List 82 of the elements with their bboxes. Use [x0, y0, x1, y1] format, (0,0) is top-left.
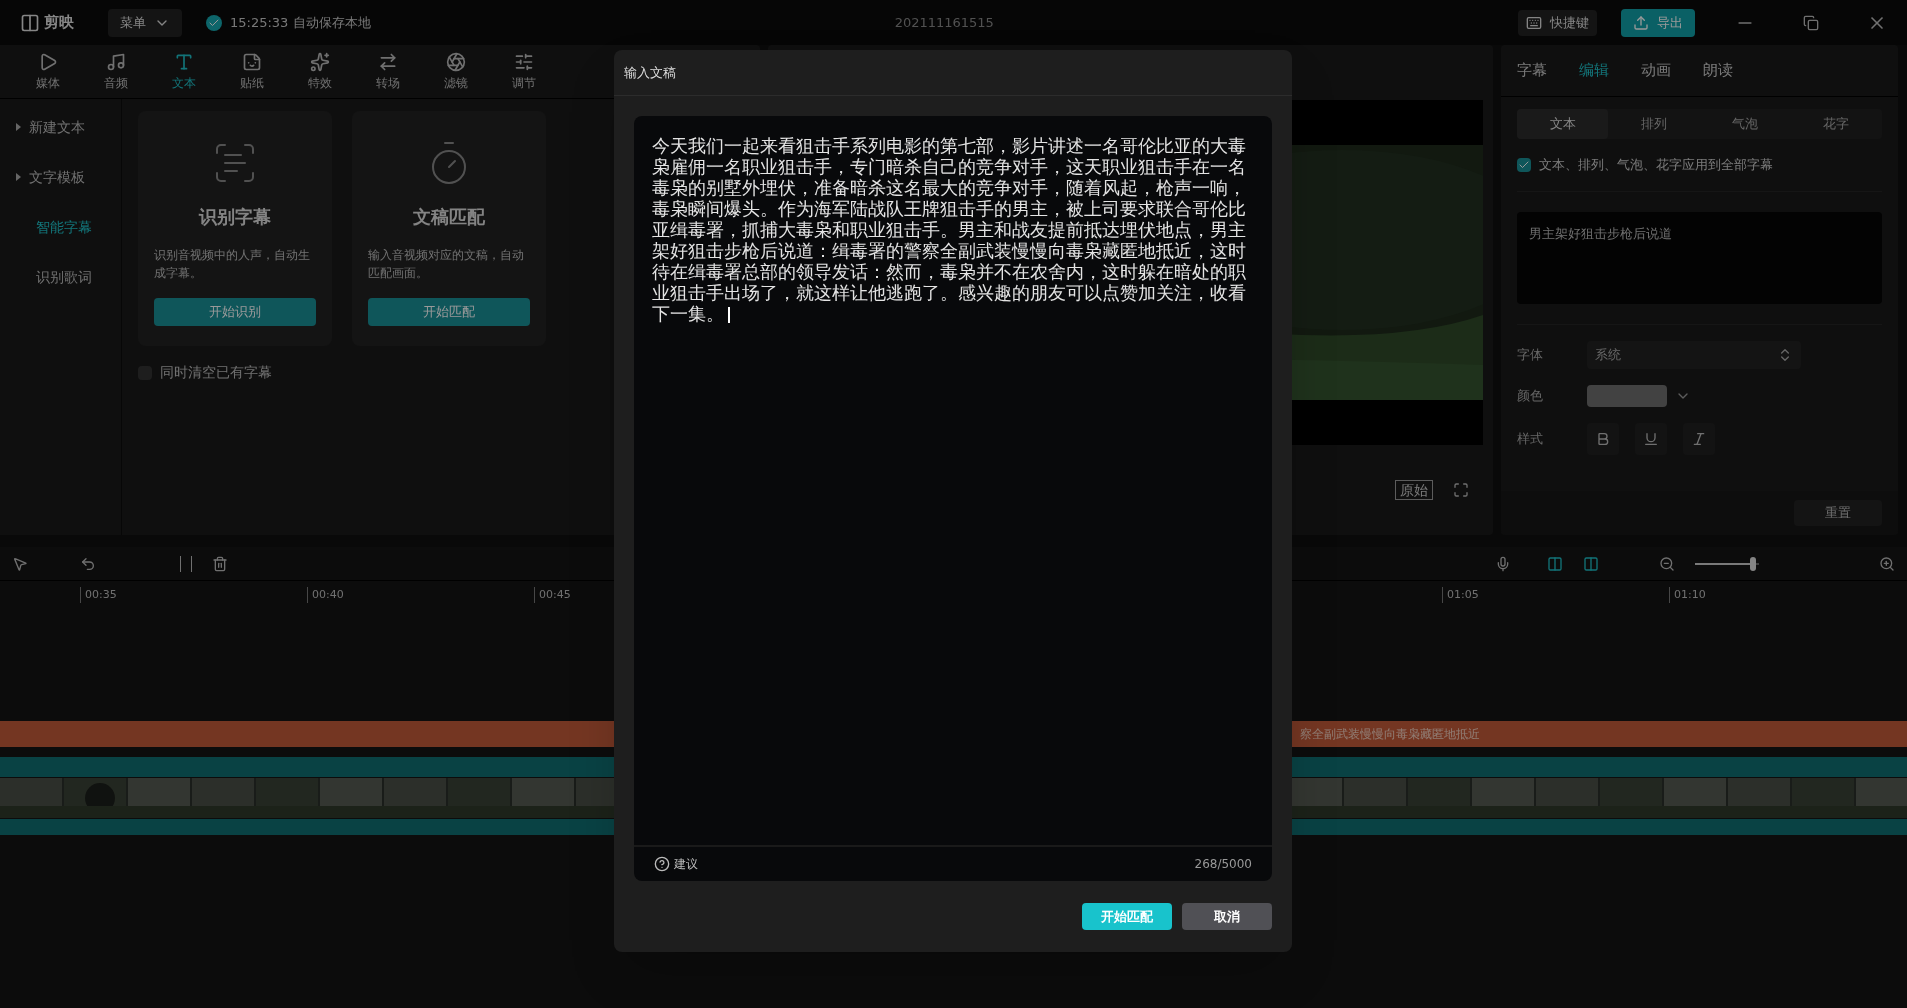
ruler-tick-label: 00:40 — [307, 586, 534, 603]
sub-tab[interactable]: 花字 — [1790, 109, 1882, 139]
card-button[interactable]: 开始匹配 — [368, 298, 530, 326]
field-label: 字体 — [1517, 345, 1544, 364]
checkbox-label: 同时清空已有字幕 — [160, 363, 272, 382]
microphone-icon[interactable] — [1495, 555, 1511, 572]
undo-icon[interactable] — [80, 555, 96, 572]
panel-tab[interactable]: 朗读 — [1703, 59, 1733, 82]
media-tab[interactable]: 滤镜 — [432, 51, 480, 92]
slider-thumb[interactable] — [1749, 556, 1756, 571]
character-count: 268/5000 — [1194, 856, 1252, 873]
card-description: 输入音视频对应的文稿，自动匹配画面。 — [368, 247, 525, 282]
sub-tab[interactable]: 排列 — [1608, 109, 1700, 139]
play-icon — [38, 51, 58, 72]
caret-icon — [16, 123, 21, 131]
checkbox[interactable] — [1517, 157, 1531, 172]
underline-button[interactable] — [1635, 422, 1667, 455]
original-ratio-button[interactable]: 原始 — [1395, 480, 1433, 500]
panel-tab[interactable]: 编辑 — [1579, 59, 1609, 82]
underline-icon — [1643, 430, 1659, 447]
music-note-icon — [106, 51, 126, 72]
card-title: 文稿匹配 — [413, 205, 485, 229]
sub-tab[interactable]: 文本 — [1517, 109, 1609, 139]
panel-tab[interactable]: 动画 — [1641, 59, 1671, 82]
ruler-tick-label: 00:35 — [80, 586, 307, 603]
export-button[interactable]: 导出 — [1621, 8, 1695, 37]
transition-icon — [378, 51, 398, 72]
media-tab[interactable]: 调节 — [500, 51, 548, 92]
sparkle-icon — [310, 51, 330, 72]
italic-icon — [1691, 430, 1707, 447]
restore-icon[interactable] — [1803, 14, 1819, 31]
zoom-out-icon[interactable] — [1659, 555, 1675, 572]
zoom-in-icon[interactable] — [1879, 555, 1895, 572]
media-tab[interactable]: 贴纸 — [228, 51, 276, 92]
aperture-icon — [446, 51, 466, 72]
suggestion-link[interactable]: 建议 — [674, 855, 698, 873]
media-tab[interactable]: 音频 — [92, 51, 140, 92]
pointer-tool-icon[interactable] — [12, 555, 28, 572]
panel-tab[interactable]: 字幕 — [1517, 59, 1547, 82]
sticker-icon — [242, 51, 262, 72]
save-status: 15:25:33 自动保存本地 — [230, 13, 371, 32]
bold-icon — [1595, 430, 1611, 447]
italic-button[interactable] — [1683, 422, 1715, 455]
caret-icon — [16, 173, 21, 181]
upload-icon — [1633, 14, 1649, 31]
cancel-button[interactable]: 取消 — [1182, 903, 1272, 930]
start-match-button[interactable]: 开始匹配 — [1082, 903, 1172, 930]
font-select[interactable]: 系统 — [1587, 340, 1801, 369]
delete-icon[interactable] — [212, 555, 228, 572]
ruler-tick-label: 01:10 — [1669, 586, 1896, 603]
zoom-slider[interactable] — [1695, 556, 1759, 571]
fullscreen-icon[interactable] — [1453, 482, 1469, 498]
project-title: 202111161515 — [894, 13, 994, 32]
shortcut-button[interactable]: 快捷键 — [1518, 9, 1597, 36]
dialog-title: 输入文稿 — [624, 63, 676, 82]
logo-icon — [20, 12, 40, 33]
side-nav-item[interactable]: 新建文本 — [12, 111, 109, 143]
side-nav-item[interactable]: 识别歌词 — [12, 261, 109, 293]
media-tab[interactable]: 媒体 — [24, 51, 72, 92]
card-description: 识别音视频中的人声，自动生成字幕。 — [154, 247, 311, 282]
app-logo: 剪映 — [44, 12, 74, 34]
sub-tab[interactable]: 气泡 — [1699, 109, 1791, 139]
split-icon[interactable] — [180, 555, 192, 572]
field-label: 样式 — [1517, 429, 1544, 448]
bold-button[interactable] — [1587, 422, 1619, 455]
card-button[interactable]: 开始识别 — [154, 298, 316, 326]
media-tab[interactable]: 特效 — [296, 51, 344, 92]
saved-check-icon — [206, 14, 222, 31]
reset-button[interactable]: 重置 — [1794, 500, 1882, 526]
card-title: 识别字幕 — [199, 205, 271, 229]
media-tab[interactable]: 转场 — [364, 51, 412, 92]
checkbox-label: 文本、排列、气泡、花字应用到全部字幕 — [1539, 156, 1773, 174]
sliders-icon — [514, 51, 534, 72]
media-tab[interactable]: 文本 — [160, 51, 208, 92]
help-icon[interactable] — [654, 856, 670, 872]
subtitle-text-field[interactable]: 男主架好狙击步枪后说道 — [1517, 211, 1882, 304]
side-nav-item[interactable]: 智能字幕 — [12, 211, 109, 243]
side-nav-item[interactable]: 文字模板 — [12, 161, 109, 193]
menu-dropdown[interactable]: 菜单 — [108, 8, 182, 37]
ruler-tick-label: 01:05 — [1442, 586, 1669, 603]
field-label: 颜色 — [1517, 386, 1544, 405]
keyboard-icon — [1526, 14, 1542, 31]
